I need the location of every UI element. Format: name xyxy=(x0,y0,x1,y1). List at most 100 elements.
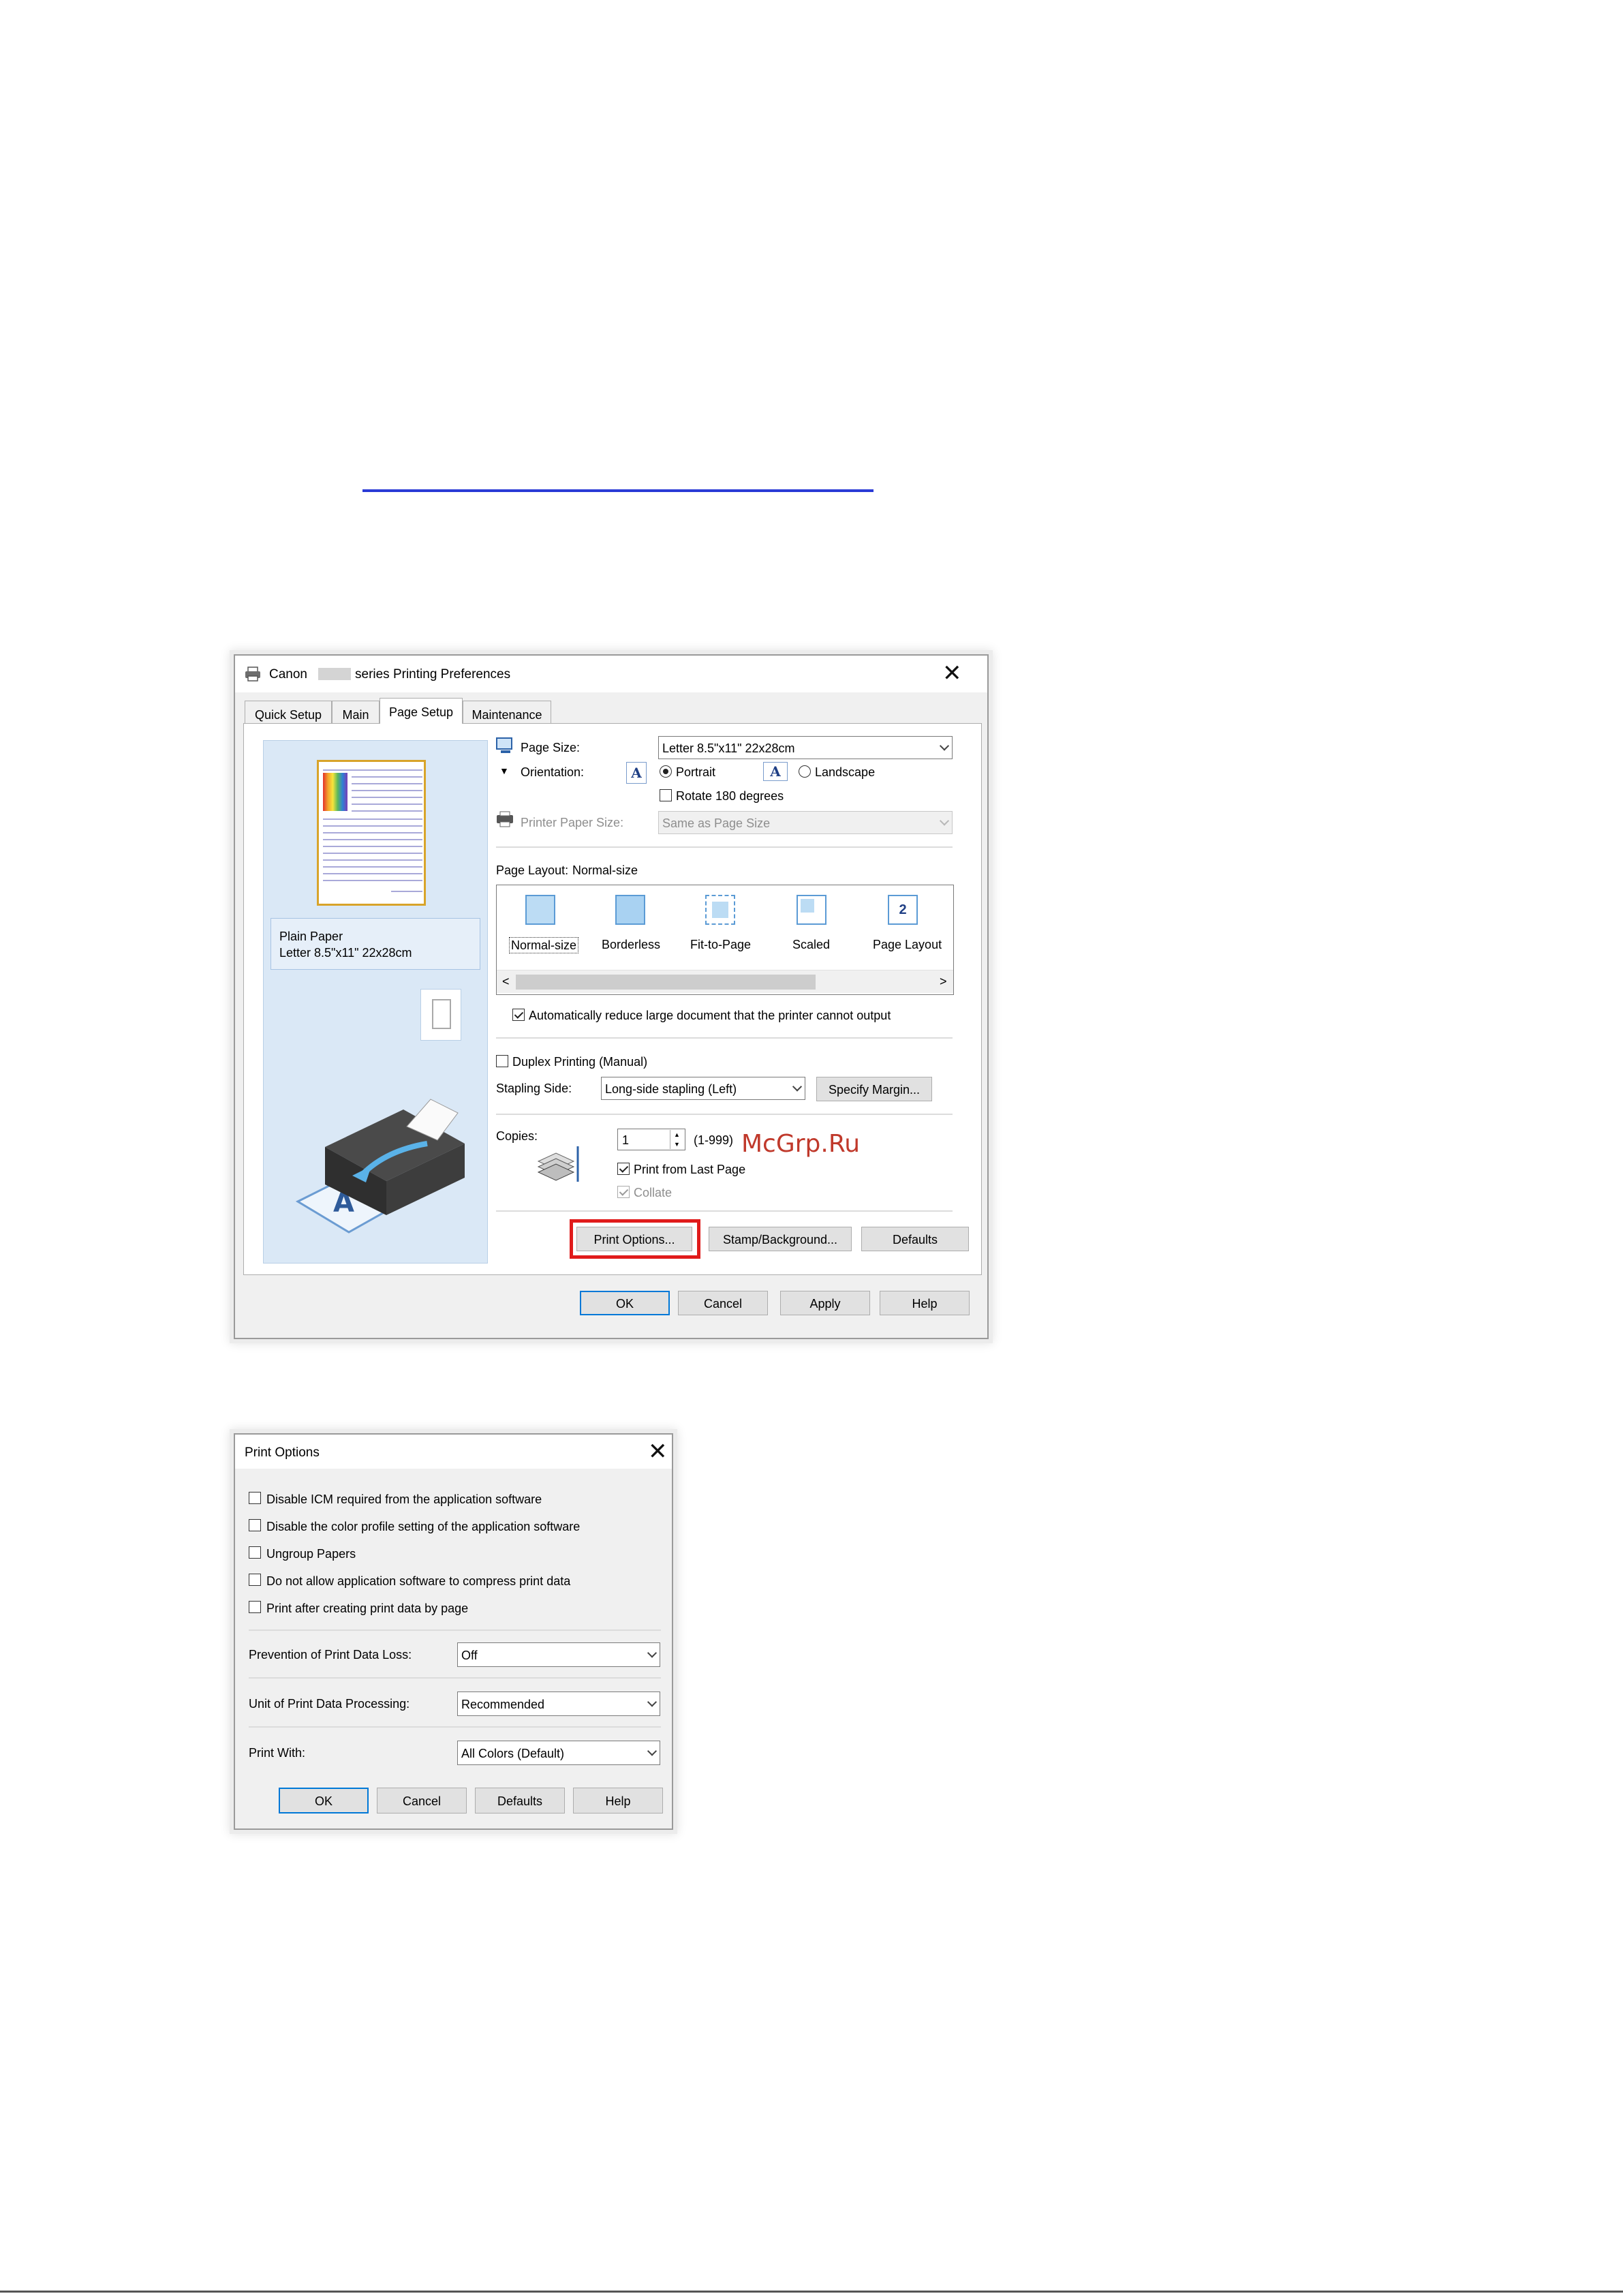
printer-paper-size-dropdown[interactable]: Same as Page Size xyxy=(658,811,953,834)
tab-page-setup[interactable]: Page Setup xyxy=(380,698,463,724)
layout-item-borderless[interactable]: Borderless xyxy=(602,938,660,951)
tab-quick-setup[interactable]: Quick Setup xyxy=(245,701,332,724)
print-by-page-label: Print after creating print data by page xyxy=(266,1602,469,1615)
copies-value[interactable]: 1 xyxy=(622,1134,629,1146)
footer-rule xyxy=(0,2291,1623,2293)
disable-color-profile-checkbox[interactable] xyxy=(249,1519,261,1531)
unit-value: Recommended xyxy=(461,1698,545,1711)
duplex-checkbox[interactable] xyxy=(496,1055,508,1067)
ok-label: OK xyxy=(314,1794,333,1808)
landscape-radio[interactable] xyxy=(799,765,811,778)
highlight-box xyxy=(570,1219,700,1259)
spinner-arrows-icon[interactable]: ▲ ▼ xyxy=(670,1130,683,1149)
dialog-title: series Printing Preferences xyxy=(355,667,511,682)
print-with-label: Print With: xyxy=(249,1746,306,1760)
ungroup-papers-label: Ungroup Papers xyxy=(266,1547,356,1561)
stapling-side-label: Stapling Side: xyxy=(496,1082,572,1095)
separator xyxy=(496,1114,953,1115)
help-button[interactable]: Help xyxy=(880,1291,970,1315)
print-with-dropdown[interactable]: All Colors (Default) xyxy=(457,1741,660,1765)
page-size-label: Page Size: xyxy=(521,741,581,754)
page-size-dropdown[interactable]: Letter 8.5"x11" 22x28cm xyxy=(658,736,953,759)
print-from-last-page-checkbox[interactable] xyxy=(617,1163,630,1175)
no-compress-checkbox[interactable] xyxy=(249,1574,261,1586)
cancel-label: Cancel xyxy=(402,1794,442,1808)
ungroup-papers-checkbox[interactable] xyxy=(249,1546,261,1559)
borderless-layout-icon[interactable] xyxy=(615,895,645,925)
disable-icm-checkbox[interactable] xyxy=(249,1492,261,1504)
scroll-right-icon[interactable]: > xyxy=(940,975,947,988)
defaults-button[interactable]: Defaults xyxy=(861,1227,969,1251)
page-layout-layout-icon[interactable]: 2 xyxy=(888,895,918,925)
print-options-dialog: Print Options ✕ Disable ICM required fro… xyxy=(234,1433,673,1830)
media-type-text: Plain Paper xyxy=(279,930,343,943)
help-button[interactable]: Help xyxy=(573,1788,663,1813)
layout-item-normal-size[interactable]: Normal-size xyxy=(509,937,579,953)
rotate-180-checkbox[interactable] xyxy=(660,789,672,801)
orientation-arrow-icon: ▼ xyxy=(499,765,509,776)
page-preview xyxy=(317,760,426,906)
tab-label: Page Setup xyxy=(388,705,454,719)
printer-paper-size-icon xyxy=(497,811,513,827)
stamp-background-button[interactable]: Stamp/Background... xyxy=(709,1227,852,1251)
layout-item-scaled[interactable]: Scaled xyxy=(792,938,830,951)
landscape-icon: A xyxy=(763,762,788,781)
page-layout-list[interactable]: Normal-size Borderless Fit-to-Page Scale… xyxy=(496,885,954,995)
dialog-title-prefix: Canon xyxy=(269,667,307,682)
cancel-button[interactable]: Cancel xyxy=(377,1788,467,1813)
prevention-label: Prevention of Print Data Loss: xyxy=(249,1648,412,1662)
landscape-label: Landscape xyxy=(815,765,876,779)
auto-reduce-checkbox[interactable] xyxy=(512,1009,525,1021)
defaults-label: Defaults xyxy=(892,1233,938,1246)
copies-stack-icon xyxy=(537,1146,579,1182)
tab-main[interactable]: Main xyxy=(332,701,380,724)
tab-label: Main xyxy=(342,708,369,722)
layout-scrollbar[interactable]: < > xyxy=(497,970,953,993)
close-icon[interactable]: ✕ xyxy=(648,1440,668,1463)
fit-to-page-layout-icon[interactable] xyxy=(705,895,735,925)
apply-button[interactable]: Apply xyxy=(780,1291,870,1315)
collate-checkbox[interactable] xyxy=(617,1186,630,1198)
hyperlink-underline[interactable] xyxy=(362,489,874,492)
scroll-thumb[interactable] xyxy=(516,975,816,990)
auto-reduce-label: Automatically reduce large document that… xyxy=(529,1009,891,1022)
normal-size-layout-icon[interactable] xyxy=(525,895,555,925)
printer-paper-size-label: Printer Paper Size: xyxy=(521,816,624,829)
collate-label: Collate xyxy=(634,1186,673,1199)
separator xyxy=(249,1677,661,1679)
separator xyxy=(249,1629,661,1631)
copies-spinner[interactable]: 1 ▲ ▼ xyxy=(617,1129,685,1150)
stamp-background-label: Stamp/Background... xyxy=(722,1233,838,1246)
print-by-page-checkbox[interactable] xyxy=(249,1601,261,1613)
tab-maintenance[interactable]: Maintenance xyxy=(463,701,551,724)
tab-label: Maintenance xyxy=(472,708,542,722)
cancel-button[interactable]: Cancel xyxy=(678,1291,768,1315)
rotate-180-label: Rotate 180 degrees xyxy=(676,789,784,803)
unit-dropdown[interactable]: Recommended xyxy=(457,1692,660,1716)
separator xyxy=(496,846,953,848)
layout-item-page-layout[interactable]: Page Layout xyxy=(873,938,942,951)
prevention-value: Off xyxy=(461,1649,478,1662)
media-size-text: Letter 8.5"x11" 22x28cm xyxy=(279,946,412,960)
layout-item-fit-to-page[interactable]: Fit-to-Page xyxy=(690,938,751,951)
defaults-button[interactable]: Defaults xyxy=(475,1788,565,1813)
ok-button[interactable]: OK xyxy=(580,1291,670,1315)
close-icon[interactable]: ✕ xyxy=(942,662,962,685)
scaled-layout-icon[interactable] xyxy=(797,895,826,925)
separator xyxy=(496,1210,953,1212)
scroll-left-icon[interactable]: < xyxy=(502,975,510,988)
printer-icon xyxy=(245,667,260,682)
prevention-dropdown[interactable]: Off xyxy=(457,1642,660,1667)
help-label: Help xyxy=(605,1794,631,1808)
stapling-side-dropdown[interactable]: Long-side stapling (Left) xyxy=(601,1077,805,1100)
portrait-icon: A xyxy=(626,762,647,784)
page-setup-pane: Plain Paper Letter 8.5"x11" 22x28cm A Pa… xyxy=(243,723,982,1275)
ok-button[interactable]: OK xyxy=(279,1788,369,1813)
cancel-label: Cancel xyxy=(703,1297,743,1311)
stapling-side-value: Long-side stapling (Left) xyxy=(605,1082,737,1096)
copies-label: Copies: xyxy=(496,1129,538,1143)
disable-icm-label: Disable ICM required from the applicatio… xyxy=(266,1493,542,1506)
portrait-radio[interactable] xyxy=(660,765,672,778)
specify-margin-button[interactable]: Specify Margin... xyxy=(816,1077,932,1101)
model-name-redaction xyxy=(318,668,351,680)
